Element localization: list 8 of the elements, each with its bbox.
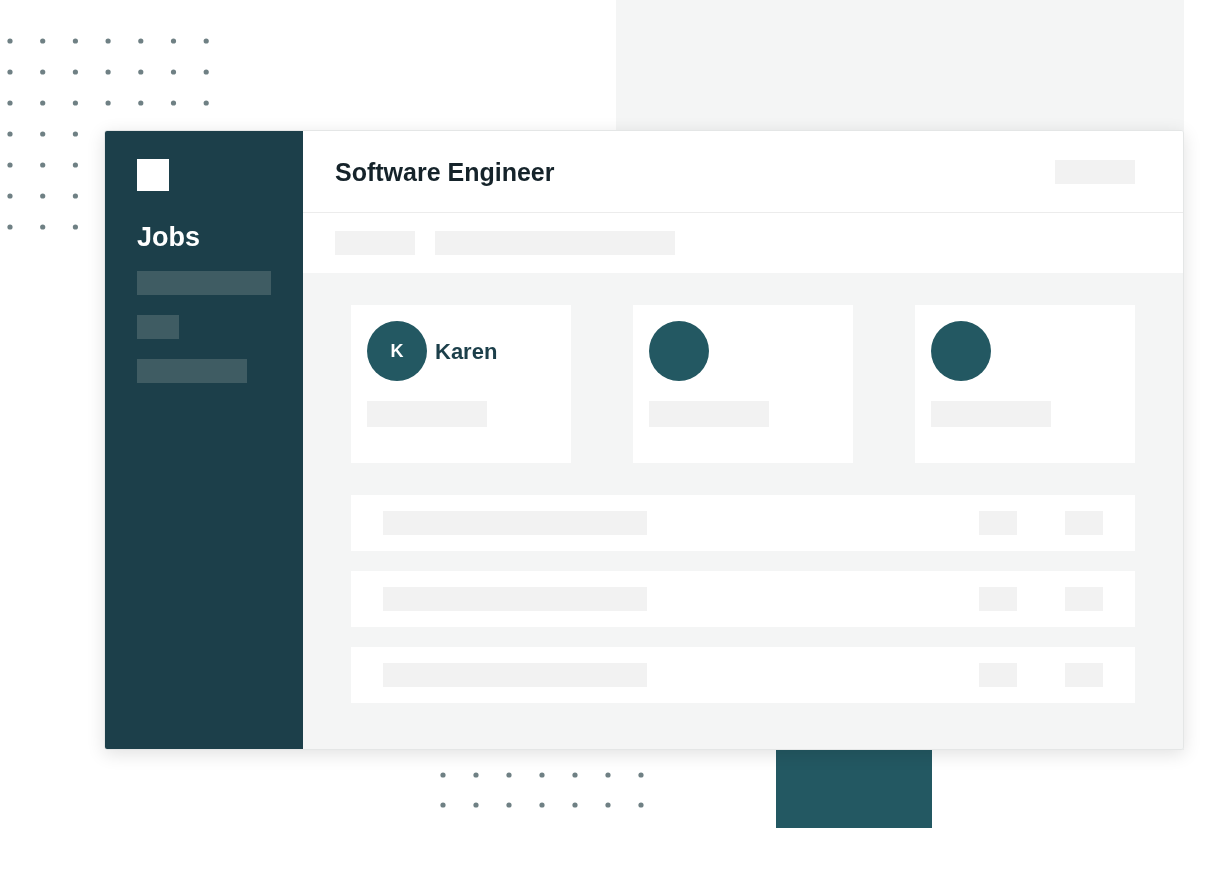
sidebar-title: Jobs bbox=[137, 221, 202, 254]
avatar bbox=[931, 321, 991, 381]
avatar bbox=[649, 321, 709, 381]
candidate-name: Karen bbox=[435, 337, 498, 366]
avatar: K bbox=[367, 321, 427, 381]
logo-icon bbox=[137, 159, 169, 191]
window-title: Software Engineer bbox=[335, 156, 555, 187]
skeleton-bar bbox=[137, 315, 179, 340]
